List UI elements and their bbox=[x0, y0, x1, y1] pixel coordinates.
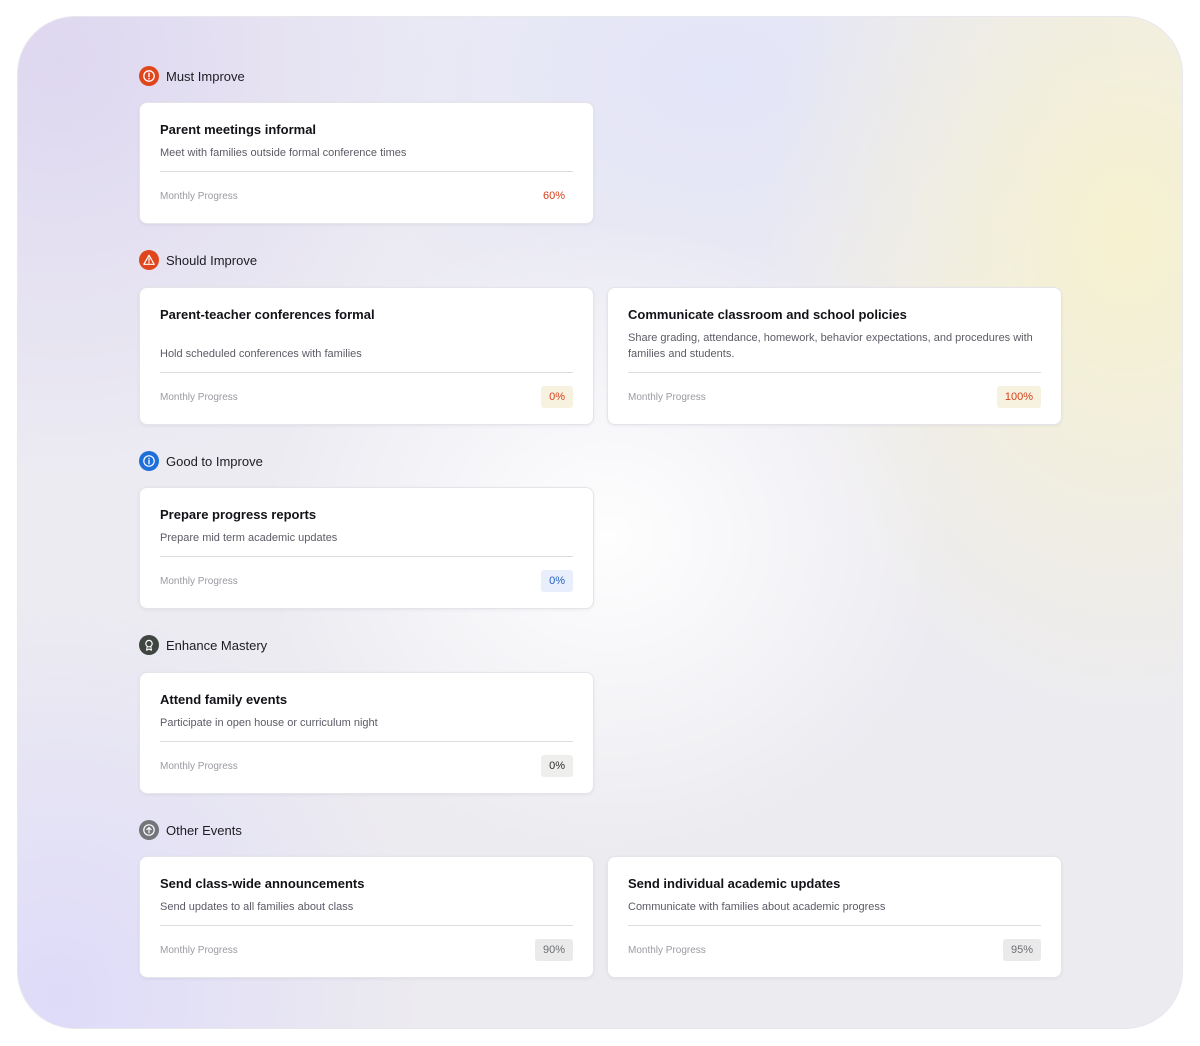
card-title: Send individual academic updates bbox=[628, 876, 841, 891]
card-divider bbox=[628, 372, 1041, 373]
section-title: Should Improve bbox=[166, 252, 258, 268]
card-description: Meet with families outside formal confer… bbox=[160, 147, 407, 159]
task-card[interactable]: Prepare progress reports Prepare mid ter… bbox=[139, 487, 594, 609]
task-card[interactable]: Parent-teacher conferences formal Hold s… bbox=[139, 287, 594, 425]
task-card[interactable]: Parent meetings informal Meet with famil… bbox=[139, 102, 594, 224]
award-icon bbox=[139, 635, 159, 655]
task-card[interactable]: Attend family events Participate in open… bbox=[139, 672, 594, 794]
progress-label: Monthly Progress bbox=[160, 576, 238, 587]
card-title: Parent meetings informal bbox=[160, 122, 317, 137]
card-divider bbox=[160, 741, 573, 742]
progress-label: Monthly Progress bbox=[628, 392, 706, 403]
task-card[interactable]: Communicate classroom and school policie… bbox=[607, 287, 1062, 425]
card-title: Parent-teacher conferences formal bbox=[160, 307, 375, 322]
card-description: Communicate with families about academic… bbox=[628, 901, 886, 913]
dashboard-panel: Must Improve Parent meetings informal Me… bbox=[17, 16, 1183, 1029]
progress-label: Monthly Progress bbox=[160, 945, 238, 956]
card-divider bbox=[160, 556, 573, 557]
progress-badge: 0% bbox=[541, 386, 573, 408]
progress-label: Monthly Progress bbox=[160, 392, 238, 403]
progress-badge: 0% bbox=[541, 570, 573, 592]
progress-label: Monthly Progress bbox=[628, 945, 706, 956]
card-divider bbox=[160, 171, 573, 172]
card-title: Prepare progress reports bbox=[160, 507, 317, 522]
task-card[interactable]: Send individual academic updates Communi… bbox=[607, 856, 1062, 978]
section-header-enhance-mastery: Enhance Mastery bbox=[139, 635, 267, 655]
task-card[interactable]: Send class-wide announcements Send updat… bbox=[139, 856, 594, 978]
section-header-should-improve: Should Improve bbox=[139, 250, 257, 270]
info-icon bbox=[139, 451, 159, 471]
arrow-up-circle-icon bbox=[139, 820, 159, 840]
section-title: Other Events bbox=[166, 822, 242, 838]
section-header-must-improve: Must Improve bbox=[139, 66, 245, 86]
progress-badge: 90% bbox=[534, 939, 573, 961]
card-description: Prepare mid term academic updates bbox=[160, 532, 338, 544]
progress-label: Monthly Progress bbox=[160, 761, 238, 772]
section-title: Must Improve bbox=[166, 68, 245, 84]
card-description: Share grading, attendance, homework, beh… bbox=[628, 332, 1033, 360]
progress-label: Monthly Progress bbox=[160, 191, 238, 202]
progress-badge: 0% bbox=[541, 755, 573, 777]
section-header-good-to-improve: Good to Improve bbox=[139, 451, 263, 471]
card-divider bbox=[160, 372, 573, 373]
card-divider bbox=[160, 925, 573, 926]
card-description: Hold scheduled conferences with families bbox=[160, 348, 362, 360]
card-description: Participate in open house or curriculum … bbox=[160, 717, 378, 729]
card-title: Send class-wide announcements bbox=[160, 876, 365, 891]
progress-badge: 95% bbox=[1002, 939, 1041, 961]
warning-triangle-icon bbox=[139, 250, 159, 270]
card-description: Send updates to all families about class bbox=[160, 901, 354, 913]
section-header-other-events: Other Events bbox=[139, 820, 242, 840]
progress-badge: 60% bbox=[542, 190, 565, 202]
section-title: Enhance Mastery bbox=[166, 637, 268, 653]
alert-circle-icon bbox=[139, 66, 159, 86]
card-divider bbox=[628, 925, 1041, 926]
card-title: Attend family events bbox=[160, 692, 288, 707]
progress-badge: 100% bbox=[996, 386, 1041, 408]
card-title: Communicate classroom and school policie… bbox=[628, 307, 907, 322]
section-title: Good to Improve bbox=[166, 453, 263, 469]
